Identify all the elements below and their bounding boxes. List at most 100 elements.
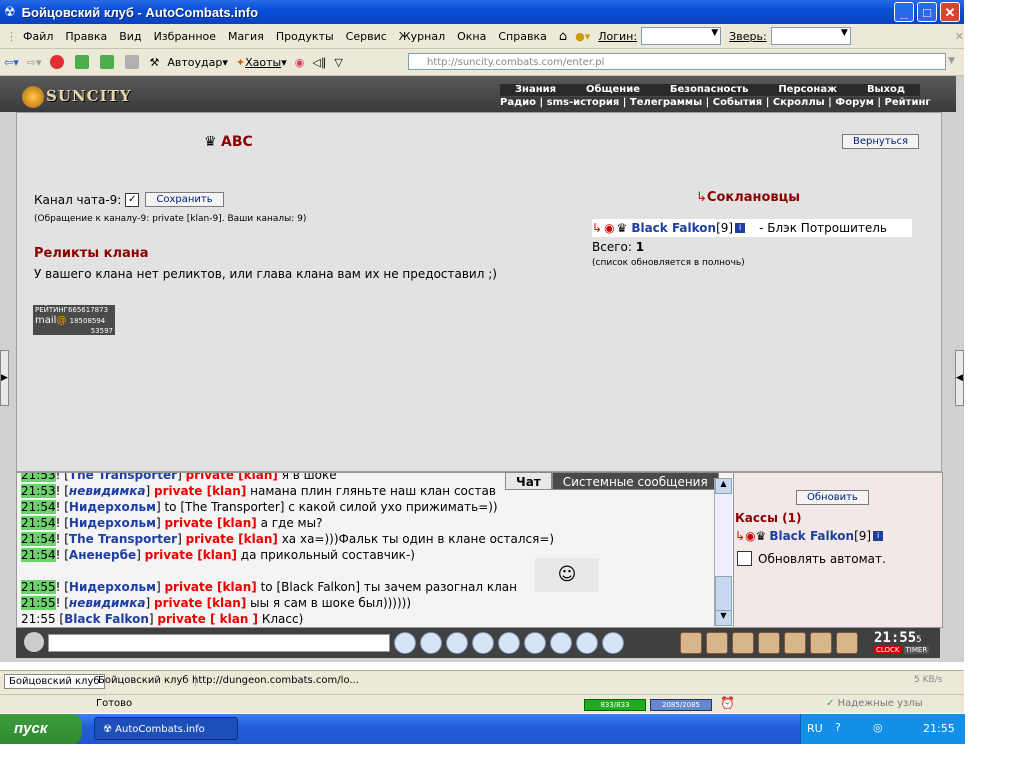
menu-journal[interactable]: Журнал xyxy=(399,30,445,43)
chat-author[interactable]: Black Falkon xyxy=(64,612,149,626)
tab-3[interactable]: http://dungeon.combats.com/lo... xyxy=(192,675,359,686)
nav-communication[interactable]: Общение xyxy=(586,84,640,96)
chat-author[interactable]: невидимка xyxy=(69,484,146,498)
stop-icon[interactable] xyxy=(49,55,67,69)
chat-time[interactable]: 21:55 xyxy=(21,612,56,626)
filter-chat-icon[interactable] xyxy=(446,632,468,654)
chat-author[interactable]: Аненербе xyxy=(69,548,136,562)
exit-icon[interactable] xyxy=(836,632,858,654)
alarm-clock-icon[interactable]: ⏰ xyxy=(720,696,735,710)
minimize-button[interactable]: _ xyxy=(894,2,914,22)
window-titlebar[interactable]: ☢ Бойцовский клуб - AutoCombats.info _ □… xyxy=(0,0,964,24)
chat-author[interactable]: невидимка xyxy=(69,596,146,610)
guild-icon[interactable] xyxy=(732,632,754,654)
save-log-icon[interactable] xyxy=(472,632,494,654)
home2-icon[interactable] xyxy=(124,55,142,69)
menu-file[interactable]: Файл xyxy=(23,30,53,43)
login-combo[interactable]: ▼ xyxy=(641,27,722,45)
inventory-icon[interactable] xyxy=(680,632,702,654)
chat-time[interactable]: 21:54 xyxy=(21,532,56,546)
menu-favorites[interactable]: Избранное xyxy=(154,30,216,43)
helmet-icon[interactable]: ●▾ xyxy=(575,30,590,43)
menu-magic[interactable]: Магия xyxy=(228,30,264,43)
chat-author[interactable]: Нидерхольм xyxy=(69,516,156,530)
menu-products[interactable]: Продукты xyxy=(276,30,334,43)
filter-icon[interactable]: ▽ xyxy=(334,56,342,69)
haoty-button[interactable]: ✦ Хаоты ▾ xyxy=(236,56,287,69)
scroll-up-icon[interactable]: ▲ xyxy=(715,478,732,494)
chat-channel[interactable]: private [klan] xyxy=(164,580,256,594)
chat-author[interactable]: The Transporter xyxy=(69,473,177,482)
member-name[interactable]: Black Falkon xyxy=(631,221,716,235)
map-icon[interactable] xyxy=(758,632,780,654)
eraser-icon[interactable] xyxy=(420,632,442,654)
rating-counter[interactable]: РЕЙТИНГ665617873 mail@ 18508594 53597 xyxy=(33,305,115,335)
chat-author[interactable]: The Transporter xyxy=(69,532,177,546)
language-indicator[interactable]: RU xyxy=(807,722,823,735)
speed-icon[interactable] xyxy=(602,632,624,654)
chat-channel[interactable]: private [klan] xyxy=(154,596,246,610)
address-bar[interactable]: http://suncity.combats.com/enter.pl xyxy=(408,53,946,70)
menu-service[interactable]: Сервис xyxy=(346,30,387,43)
tab-chat[interactable]: Чат xyxy=(505,472,552,490)
refresh-button[interactable]: Обновить xyxy=(796,490,869,505)
save-button[interactable]: Сохранить xyxy=(145,192,224,207)
back-button[interactable]: Вернуться xyxy=(842,134,920,149)
chat-channel[interactable]: private [klan] xyxy=(145,548,237,562)
nav-security[interactable]: Безопасность xyxy=(670,84,749,96)
chat-channel[interactable]: private [klan] xyxy=(154,484,246,498)
timer-label[interactable]: TIMER xyxy=(903,646,930,654)
tray-clock[interactable]: 21:55 xyxy=(923,722,955,735)
tools-icon[interactable]: ⚒ xyxy=(150,56,160,69)
chat-author[interactable]: Нидерхольм xyxy=(69,500,156,514)
menu-close-icon[interactable]: ✕ xyxy=(955,30,964,43)
chat-channel[interactable]: private [klan] xyxy=(186,473,278,482)
chat-channel[interactable]: private [klan] xyxy=(164,516,256,530)
taskbar-task[interactable]: ☢ AutoCombats.info xyxy=(94,717,238,740)
music-icon[interactable] xyxy=(550,632,572,654)
address-dropdown-icon[interactable]: ▼ xyxy=(948,56,955,66)
menu-help[interactable]: Справка xyxy=(498,30,546,43)
enter-icon[interactable] xyxy=(394,632,416,654)
nav-character[interactable]: Персонаж xyxy=(778,84,837,96)
nav-exit[interactable]: Выход xyxy=(867,84,905,96)
sound-icon[interactable]: ◁∥ xyxy=(312,56,326,69)
scroll-down-icon[interactable]: ▼ xyxy=(715,610,732,626)
home-icon[interactable]: ⌂ xyxy=(559,29,567,44)
start-button[interactable]: пуск xyxy=(0,714,82,744)
chat-log[interactable]: 21:53! [The Transporter] private [klan] … xyxy=(16,472,734,628)
chat-time[interactable]: 21:54 xyxy=(21,516,56,530)
beast-combo[interactable]: ▼ xyxy=(770,27,851,45)
menu-view[interactable]: Вид xyxy=(119,30,141,43)
chat-time[interactable]: 21:55 xyxy=(21,596,56,610)
shop-icon[interactable] xyxy=(784,632,806,654)
chat-scrollbar[interactable]: ▲ ▼ xyxy=(714,478,732,626)
autoudar-button[interactable]: Автоудар ▾ xyxy=(167,56,228,69)
maximize-button[interactable]: □ xyxy=(917,2,937,22)
nav-bottom[interactable]: Радио | sms-история | Телеграммы | Событ… xyxy=(500,97,931,109)
menu-edit[interactable]: Правка xyxy=(65,30,107,43)
chat-time[interactable]: 21:53 xyxy=(21,473,56,482)
info-icon[interactable]: i xyxy=(735,223,746,233)
close-button[interactable]: ✕ xyxy=(940,2,960,22)
channel-checkbox[interactable]: ✓ xyxy=(125,192,140,207)
right-panel-handle[interactable]: ◀ xyxy=(955,350,964,406)
chat-time[interactable]: 21:54 xyxy=(21,548,56,562)
candy-icon[interactable]: ◉ xyxy=(295,56,305,69)
walk-icon[interactable] xyxy=(498,632,520,654)
scroll-icon[interactable] xyxy=(706,632,728,654)
back-icon[interactable]: ⇦▾ xyxy=(4,56,19,69)
nav-knowledge[interactable]: Знания xyxy=(515,84,556,96)
chat-time[interactable]: 21:54 xyxy=(21,500,56,514)
tab-system-messages[interactable]: Системные сообщения xyxy=(551,472,719,490)
tab-2[interactable]: Бойцовский клуб xyxy=(98,675,196,686)
character-icon[interactable] xyxy=(24,632,44,652)
chat-input[interactable] xyxy=(48,634,390,652)
kassy-name[interactable]: Black Falkon xyxy=(769,529,854,543)
menu-windows[interactable]: Окна xyxy=(457,30,486,43)
chat-time[interactable]: 21:53 xyxy=(21,484,56,498)
left-panel-handle[interactable]: ▶ xyxy=(0,350,9,406)
auto-refresh-checkbox[interactable] xyxy=(737,551,752,566)
smile-icon[interactable] xyxy=(576,632,598,654)
chat-time[interactable]: 21:55 xyxy=(21,580,56,594)
